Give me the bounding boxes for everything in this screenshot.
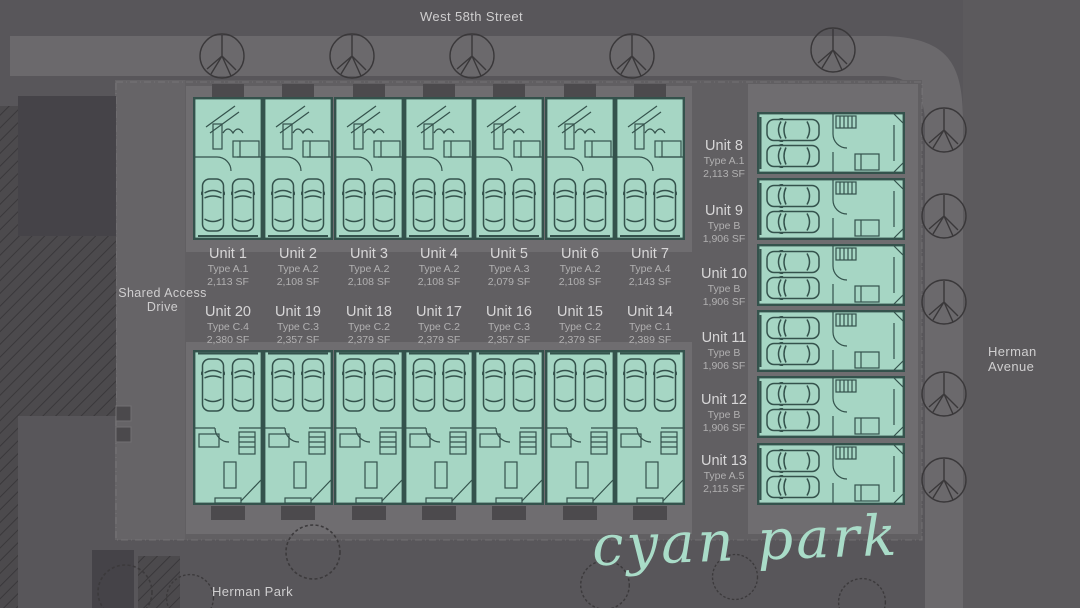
park-label-herman-park: Herman Park	[212, 584, 293, 599]
adjacent-building	[18, 96, 116, 236]
street-label-herman-avenue: Herman Avenue	[988, 344, 1080, 374]
unit-label-18: Unit 18 Type C.2 2,379 SF	[329, 304, 409, 347]
unit-floorplan	[475, 351, 543, 504]
unit-floorplan	[758, 245, 904, 305]
unit-label-13: Unit 13 Type A.5 2,115 SF	[688, 453, 760, 496]
north-row-floorplans	[194, 98, 684, 239]
unit-floorplan	[758, 311, 904, 371]
unit-label-3: Unit 3 Type A.2 2,108 SF	[329, 246, 409, 289]
site-utility-pad	[116, 406, 131, 421]
unit-floorplan	[335, 351, 403, 504]
unit-label-5: Unit 5 Type A.3 2,079 SF	[469, 246, 549, 289]
unit-label-9: Unit 9 Type B 1,906 SF	[688, 203, 760, 246]
unit-floorplan	[546, 351, 614, 504]
unit-label-10: Unit 10 Type B 1,906 SF	[688, 266, 760, 309]
park-tree-icon	[839, 579, 886, 608]
offsite-background	[963, 0, 1080, 608]
logo-cyan-park: cyan park	[591, 502, 953, 580]
unit-label-20: Unit 20 Type C.4 2,380 SF	[188, 304, 268, 347]
adjacent-building-hatch	[0, 106, 18, 608]
unit-label-2: Unit 2 Type A.2 2,108 SF	[258, 246, 338, 289]
unit-label-19: Unit 19 Type C.3 2,357 SF	[258, 304, 338, 347]
unit-label-15: Unit 15 Type C.2 2,379 SF	[540, 304, 620, 347]
unit-label-14: Unit 14 Type C.1 2,389 SF	[610, 304, 690, 347]
unit-floorplan	[194, 98, 262, 239]
unit-floorplan	[335, 98, 403, 239]
unit-floorplan	[758, 179, 904, 239]
unit-label-12: Unit 12 Type B 1,906 SF	[688, 392, 760, 435]
unit-label-11: Unit 11 Type B 1,906 SF	[688, 330, 760, 373]
unit-floorplan	[546, 98, 614, 239]
street-label-west-58th: West 58th Street	[420, 9, 523, 24]
unit-label-16: Unit 16 Type C.3 2,357 SF	[469, 304, 549, 347]
unit-floorplan	[405, 98, 473, 239]
adjacent-building-hatch	[18, 236, 116, 416]
unit-label-7: Unit 7 Type A.4 2,143 SF	[610, 246, 690, 289]
unit-floorplan	[264, 98, 332, 239]
unit-floorplan	[616, 351, 684, 504]
unit-floorplan	[758, 113, 904, 173]
unit-floorplan	[616, 98, 684, 239]
unit-floorplan	[758, 377, 904, 437]
unit-floorplan	[405, 351, 473, 504]
unit-floorplan	[758, 444, 904, 504]
unit-label-1: Unit 1 Type A.1 2,113 SF	[188, 246, 268, 289]
unit-label-4: Unit 4 Type A.2 2,108 SF	[399, 246, 479, 289]
site-plan: West 58th Street Shared Access Drive Her…	[0, 0, 1080, 608]
unit-label-8: Unit 8 Type A.1 2,113 SF	[688, 138, 760, 181]
unit-floorplan	[194, 351, 262, 504]
south-row-floorplans	[194, 351, 684, 504]
site-utility-pad	[116, 427, 131, 442]
unit-label-6: Unit 6 Type A.2 2,108 SF	[540, 246, 620, 289]
unit-floorplan	[264, 351, 332, 504]
unit-floorplan	[475, 98, 543, 239]
unit-label-17: Unit 17 Type C.2 2,379 SF	[399, 304, 479, 347]
